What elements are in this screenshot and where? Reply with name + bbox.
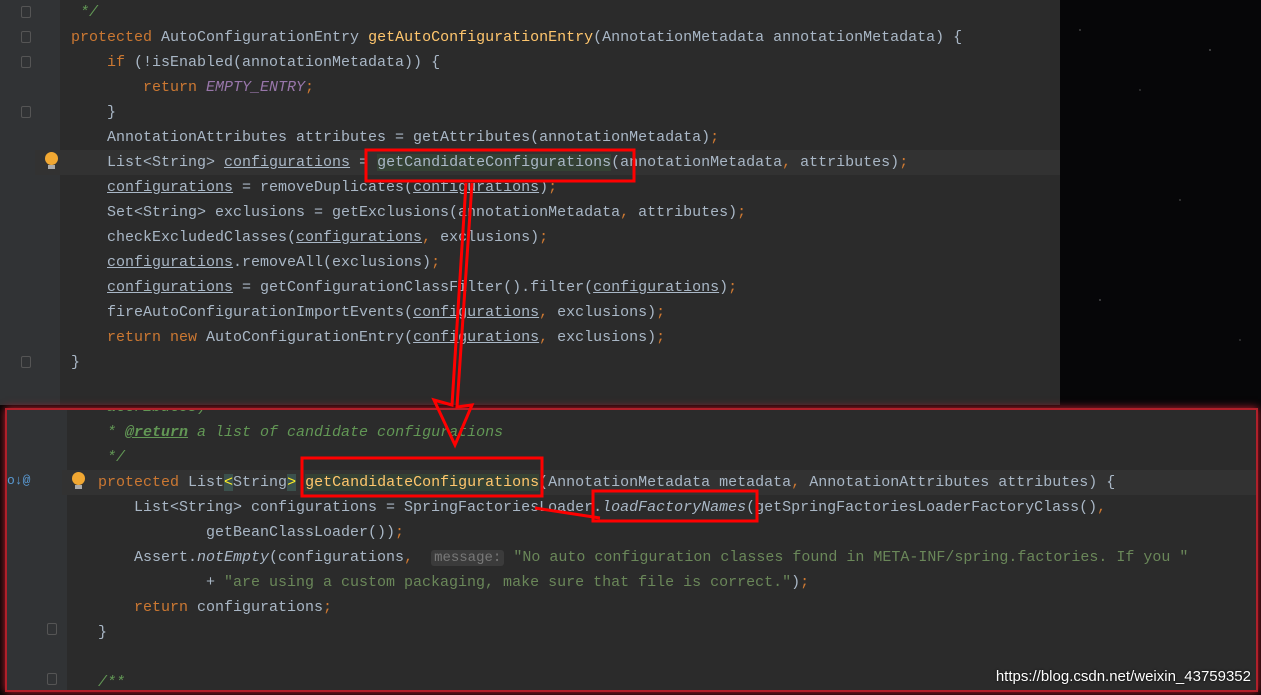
watermark: https://blog.csdn.net/weixin_43759352: [995, 668, 1251, 685]
highlight-box-call: [364, 148, 636, 183]
highlight-box-loadFactoryNames: [591, 489, 759, 523]
highlight-box-declaration: [300, 456, 544, 498]
annotation-overlay: [300, 148, 759, 523]
connector-line: [534, 506, 601, 520]
arrow-down: [431, 182, 475, 449]
